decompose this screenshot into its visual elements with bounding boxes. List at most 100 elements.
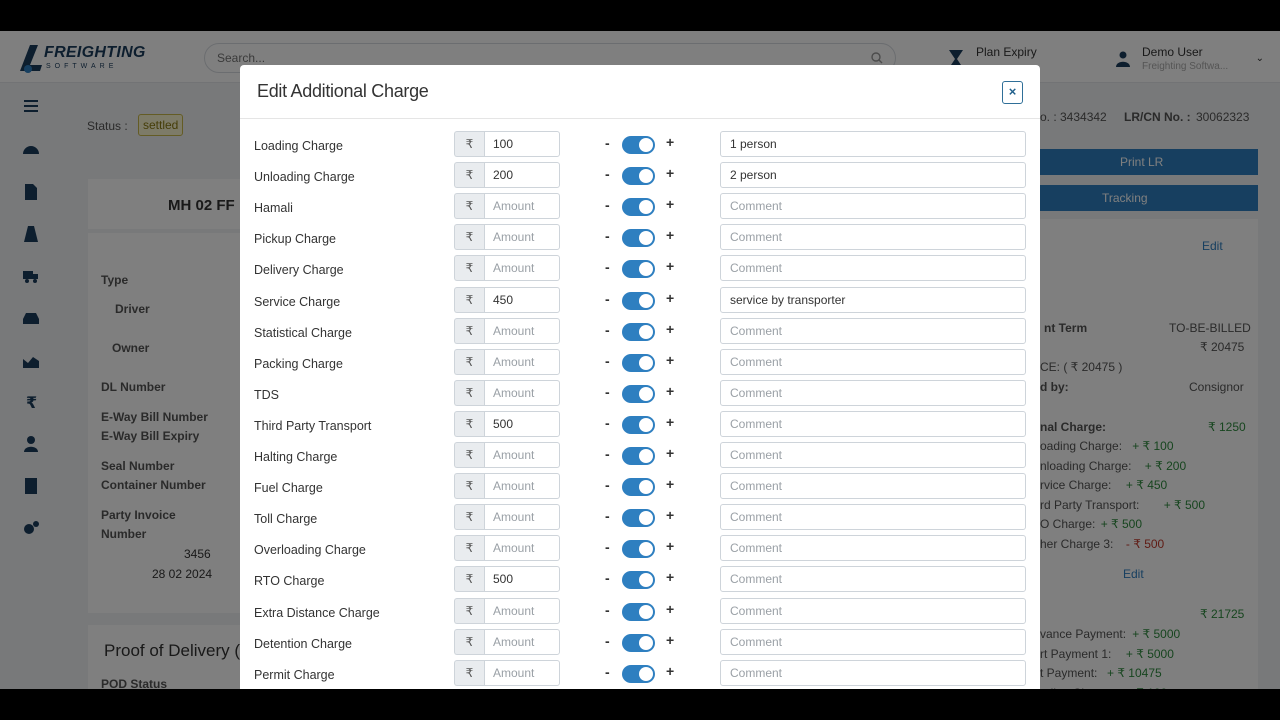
plus-label: + (666, 289, 675, 306)
comment-input[interactable] (720, 442, 1026, 468)
minus-label: - (605, 446, 610, 462)
comment-input[interactable] (720, 535, 1026, 562)
add-subtract-toggle[interactable] (622, 415, 655, 434)
rupee-icon: ₹ (454, 628, 484, 655)
amount-input[interactable] (484, 659, 560, 686)
add-subtract-toggle[interactable] (622, 447, 655, 465)
comment-input[interactable] (720, 659, 1026, 686)
charge-label: Pickup Charge (254, 232, 336, 247)
amount-input[interactable] (484, 535, 560, 562)
charge-row: Halting Charge ₹ - + (240, 442, 1040, 473)
plus-label: + (666, 662, 675, 679)
amount-input[interactable] (484, 286, 560, 313)
amount-input[interactable] (484, 224, 560, 251)
charge-label: Packing Charge (254, 356, 343, 371)
amount-input[interactable] (484, 410, 560, 437)
rupee-icon: ₹ (454, 410, 484, 437)
minus-label: - (605, 166, 610, 183)
add-subtract-toggle[interactable] (622, 229, 655, 248)
comment-input[interactable] (720, 473, 1026, 500)
amount-input[interactable] (484, 317, 560, 344)
amount-input[interactable] (484, 473, 560, 500)
amount-input[interactable] (484, 131, 560, 157)
add-subtract-toggle[interactable] (622, 664, 655, 683)
charge-label: TDS (254, 387, 279, 402)
amount-input[interactable] (484, 628, 560, 655)
charge-label: Detention Charge (254, 636, 352, 651)
comment-input[interactable] (720, 379, 1026, 406)
add-subtract-toggle[interactable] (622, 602, 655, 621)
add-subtract-toggle[interactable] (622, 322, 655, 341)
modal-title: Edit Additional Charge (257, 81, 429, 101)
comment-input[interactable] (720, 504, 1026, 531)
add-subtract-toggle[interactable] (622, 198, 655, 217)
comment-input[interactable] (720, 193, 1026, 220)
amount-input[interactable] (484, 566, 560, 593)
charge-row: Third Party Transport ₹ - + (240, 410, 1040, 442)
plus-label: + (666, 134, 675, 150)
plus-label: + (666, 165, 675, 182)
app-screen: FREIGHTING SOFTWARE Plan Expiry ... Demo… (0, 31, 1280, 689)
amount-input[interactable] (484, 193, 560, 220)
close-button[interactable]: × (1002, 81, 1023, 104)
amount-input[interactable] (484, 348, 560, 375)
amount-input[interactable] (484, 255, 560, 282)
minus-label: - (605, 477, 610, 494)
edit-additional-charge-modal: Edit Additional Charge × Loading Charge ₹… (240, 65, 1040, 689)
charge-row: Extra Distance Charge ₹ - + (240, 597, 1040, 629)
rupee-icon: ₹ (454, 224, 484, 251)
minus-label: - (605, 601, 610, 618)
minus-label: - (605, 663, 610, 680)
amount-input[interactable] (484, 442, 560, 468)
plus-label: + (666, 538, 675, 555)
comment-input[interactable] (720, 162, 1026, 189)
amount-input[interactable] (484, 162, 560, 189)
comment-input[interactable] (720, 628, 1026, 655)
charge-label: Statistical Charge (254, 325, 352, 340)
minus-label: - (605, 352, 610, 369)
plus-label: + (666, 196, 675, 213)
charge-label: Halting Charge (254, 450, 338, 464)
comment-input[interactable] (720, 348, 1026, 375)
minus-label: - (605, 632, 610, 649)
comment-input[interactable] (720, 255, 1026, 282)
charge-label: RTO Charge (254, 574, 325, 589)
comment-input[interactable] (720, 224, 1026, 251)
minus-label: - (605, 259, 610, 276)
charge-label: Overloading Charge (254, 543, 366, 558)
charge-row: Detention Charge ₹ - + (240, 628, 1040, 660)
charge-row: Overloading Charge ₹ - + (240, 535, 1040, 566)
comment-input[interactable] (720, 566, 1026, 593)
amount-input[interactable] (484, 504, 560, 531)
plus-label: + (666, 382, 675, 399)
add-subtract-toggle[interactable] (622, 633, 655, 652)
modal-header: Edit Additional Charge × (240, 65, 1040, 119)
amount-input[interactable] (484, 379, 560, 406)
add-subtract-toggle[interactable] (622, 353, 655, 372)
plus-label: + (666, 476, 675, 493)
comment-input[interactable] (720, 597, 1026, 624)
charge-row: Toll Charge ₹ - + (240, 504, 1040, 535)
amount-input[interactable] (484, 597, 560, 624)
add-subtract-toggle[interactable] (622, 384, 655, 403)
add-subtract-toggle[interactable] (622, 136, 655, 154)
add-subtract-toggle[interactable] (622, 571, 655, 590)
comment-input[interactable] (720, 317, 1026, 344)
add-subtract-toggle[interactable] (622, 509, 655, 528)
plus-label: + (666, 600, 675, 617)
minus-label: - (605, 570, 610, 587)
add-subtract-toggle[interactable] (622, 291, 655, 310)
plus-label: + (666, 320, 675, 337)
add-subtract-toggle[interactable] (622, 167, 655, 186)
add-subtract-toggle[interactable] (622, 540, 655, 559)
rupee-icon: ₹ (454, 255, 484, 282)
minus-label: - (605, 290, 610, 307)
comment-input[interactable] (720, 131, 1026, 157)
rupee-icon: ₹ (454, 162, 484, 189)
add-subtract-toggle[interactable] (622, 478, 655, 497)
charge-label: Toll Charge (254, 512, 318, 527)
comment-input[interactable] (720, 286, 1026, 313)
plus-label: + (666, 227, 675, 244)
comment-input[interactable] (720, 410, 1026, 437)
add-subtract-toggle[interactable] (622, 260, 655, 279)
